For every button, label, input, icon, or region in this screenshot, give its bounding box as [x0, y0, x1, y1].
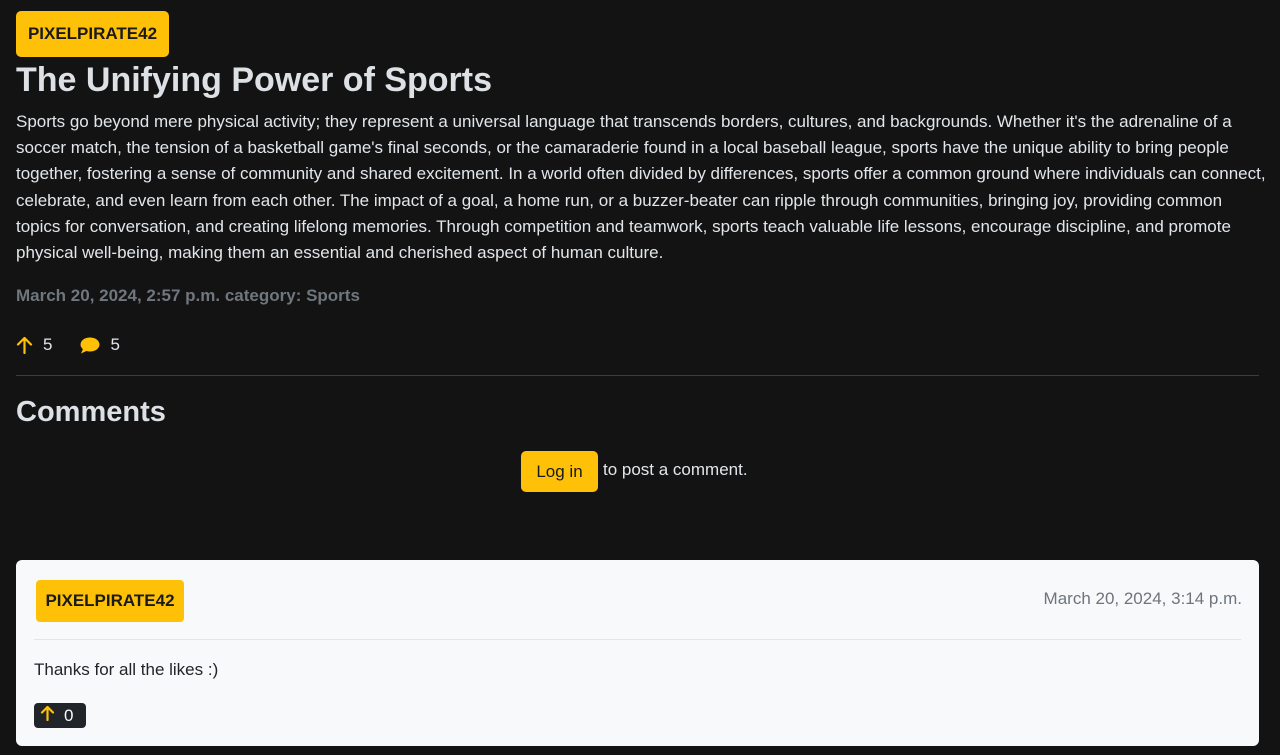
arrow-up-icon — [16, 336, 33, 354]
speech-bubble-icon — [80, 337, 100, 354]
post-title: The Unifying Power of Sports — [16, 61, 493, 99]
login-prompt: Log in to post a comment. — [521, 451, 748, 492]
comment-text: Thanks for all the likes :) — [34, 660, 219, 679]
login-prompt-text: to post a comment. — [603, 459, 748, 479]
section-divider — [16, 375, 1259, 376]
upvote-button[interactable]: 5 — [16, 335, 52, 355]
arrow-up-icon — [40, 705, 55, 726]
post-meta: March 20, 2024, 2:57 p.m. category: Spor… — [16, 286, 360, 305]
comment-author-button[interactable]: PIXELPIRATE42 — [36, 580, 184, 622]
comment-card: PIXELPIRATE42 March 20, 2024, 3:14 p.m. … — [16, 560, 1259, 746]
comment-count: 5 — [110, 335, 120, 354]
comment-divider — [34, 639, 1241, 640]
comment-date: March 20, 2024, 3:14 p.m. — [1043, 589, 1242, 608]
post-page: PIXELPIRATE42 The Unifying Power of Spor… — [0, 0, 1280, 755]
comments-heading: Comments — [16, 396, 166, 428]
comment-like-count: 0 — [64, 705, 74, 725]
comment-like-button[interactable]: 0 — [34, 703, 86, 728]
post-stats: 5 5 — [16, 332, 120, 358]
upvote-count: 5 — [43, 335, 53, 354]
post-author-button[interactable]: PIXELPIRATE42 — [16, 11, 169, 57]
comments-link[interactable]: 5 — [80, 335, 120, 355]
post-body: Sports go beyond mere physical activity;… — [16, 112, 1266, 263]
login-button[interactable]: Log in — [521, 451, 598, 492]
